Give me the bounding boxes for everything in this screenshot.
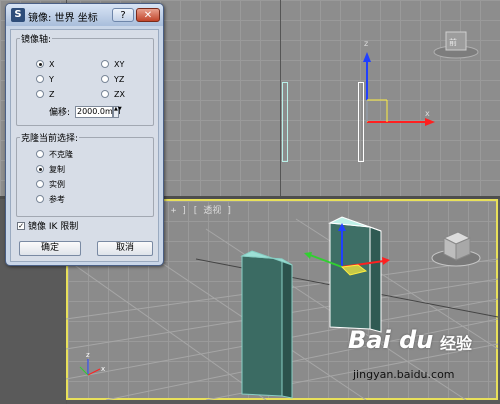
- axis-label: Y: [49, 75, 54, 84]
- clone-group-label: 克隆当前选择:: [20, 131, 80, 144]
- axis-radio-y[interactable]: Y: [36, 74, 54, 85]
- axis-label: YZ: [114, 75, 125, 84]
- clone-option-label: 复制: [49, 165, 65, 174]
- mirror-axis-group-label: 镜像轴:: [20, 32, 53, 45]
- radio-button: [101, 59, 109, 68]
- offset-spinner[interactable]: ▲▼: [113, 106, 122, 118]
- offset-field[interactable]: 2000.0mm: [75, 106, 121, 118]
- mirror-ik-label: 镜像 IK 限制: [28, 222, 79, 232]
- clone-option-label: 不克隆: [49, 150, 73, 159]
- svg-text:x: x: [425, 109, 430, 118]
- dialog-title: 镜像: 世界 坐标: [28, 13, 98, 24]
- dialog-body: 镜像轴: X XY Y YZ Z ZX 偏移: 2000.0mm ▲▼ 克隆当前…: [10, 29, 159, 262]
- radio-button: [101, 74, 109, 83]
- mirror-ik-checkbox[interactable]: ✓ 镜像 IK 限制: [17, 221, 79, 232]
- axis-radio-x[interactable]: X: [36, 59, 55, 70]
- front-view-panel-left: [282, 82, 288, 162]
- axis-label: Z: [49, 90, 55, 99]
- clone-radio-instance[interactable]: 实例: [36, 179, 65, 190]
- radio-button: [101, 89, 109, 98]
- axis-radio-zx[interactable]: ZX: [101, 89, 125, 100]
- close-button[interactable]: ✕: [136, 8, 160, 22]
- radio-button: [36, 149, 44, 158]
- mirror-dialog: S 镜像: 世界 坐标 ? ✕ 镜像轴: X XY Y YZ Z ZX 偏移: …: [5, 3, 164, 266]
- help-button[interactable]: ?: [112, 8, 134, 22]
- baidu-watermark: Bai du 经验 jingyan.baidu.com: [348, 320, 498, 404]
- radio-button: [36, 194, 44, 203]
- axis-label: XY: [114, 60, 125, 69]
- app-icon: S: [11, 8, 25, 22]
- axis-radio-yz[interactable]: YZ: [101, 74, 125, 85]
- dialog-title-bar[interactable]: S 镜像: 世界 坐标 ? ✕: [6, 4, 163, 26]
- checkbox: ✓: [17, 221, 25, 230]
- viewcube-perspective[interactable]: [428, 222, 484, 270]
- svg-text:x: x: [101, 365, 105, 373]
- max-workspace: z x 前 [ + ] [ 透视 ] z x S 镜像: 世界 坐标 ? ✕ 镜…: [0, 0, 500, 404]
- axis-radio-z[interactable]: Z: [36, 89, 55, 100]
- clone-radio-reference[interactable]: 参考: [36, 194, 65, 205]
- front-vertical-axis: [280, 0, 281, 196]
- clone-option-label: 参考: [49, 195, 65, 204]
- svg-text:前: 前: [449, 37, 457, 47]
- clone-radio-copy[interactable]: 复制: [36, 164, 65, 175]
- radio-button: [36, 74, 44, 83]
- radio-button: [36, 89, 44, 98]
- viewcube-front[interactable]: 前: [428, 26, 484, 62]
- offset-label: 偏移:: [49, 108, 71, 118]
- clone-group: [16, 137, 154, 217]
- svg-text:z: z: [364, 39, 368, 48]
- axis-label: ZX: [114, 90, 125, 99]
- watermark-brand: 经验: [440, 334, 473, 353]
- radio-button: [36, 164, 44, 173]
- ok-button[interactable]: 确定: [19, 241, 81, 256]
- baidu-logo: Bai du: [348, 326, 434, 354]
- axis-radio-xy[interactable]: XY: [101, 59, 125, 70]
- cancel-button[interactable]: 取消: [97, 241, 153, 256]
- watermark-url: jingyan.baidu.com: [353, 368, 455, 381]
- svg-text:z: z: [86, 351, 90, 359]
- axis-label: X: [49, 60, 55, 69]
- clone-radio-none[interactable]: 不克隆: [36, 149, 73, 160]
- radio-button: [36, 59, 44, 68]
- clone-option-label: 实例: [49, 180, 65, 189]
- radio-button: [36, 179, 44, 188]
